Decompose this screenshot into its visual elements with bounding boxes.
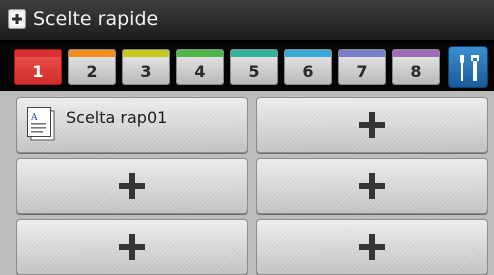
tab-color-stripe <box>339 50 385 57</box>
tab-label: 7 <box>356 62 368 81</box>
svg-text:A: A <box>30 113 38 123</box>
tab-color-stripe <box>285 50 331 57</box>
tab-label: 4 <box>194 62 206 81</box>
tab-color-stripe <box>177 50 223 57</box>
tab-3[interactable]: 3 <box>122 49 170 85</box>
tab-label: 2 <box>86 62 98 81</box>
tab-1[interactable]: 1 <box>14 49 62 85</box>
tab-2[interactable]: 2 <box>68 49 116 85</box>
tools-button[interactable] <box>448 46 488 88</box>
tools-icon <box>460 55 479 81</box>
shortcut-button-5[interactable] <box>16 219 248 275</box>
tab-label: 5 <box>248 62 260 81</box>
tab-color-stripe <box>69 50 115 57</box>
tab-color-stripe <box>123 50 169 57</box>
tab-color-stripe <box>393 50 439 57</box>
shortcut-button-1[interactable]: A Scelta rap01 <box>16 97 248 153</box>
tab-6[interactable]: 6 <box>284 49 332 85</box>
tab-5[interactable]: 5 <box>230 49 278 85</box>
tab-label: 6 <box>302 62 314 81</box>
tab-color-stripe <box>15 50 61 57</box>
tab-4[interactable]: 4 <box>176 49 224 85</box>
page-title: Scelte rapide <box>33 8 159 30</box>
shortcut-label: Scelta rap01 <box>66 108 168 127</box>
tab-color-stripe <box>231 50 277 57</box>
document-icon: A <box>27 107 55 141</box>
shortcut-add-icon <box>8 9 26 29</box>
shortcut-button-2[interactable] <box>256 97 488 153</box>
tab-8[interactable]: 8 <box>392 49 440 85</box>
plus-icon <box>359 112 385 138</box>
tab-label: 3 <box>140 62 152 81</box>
tab-label: 1 <box>32 62 44 81</box>
plus-icon <box>119 173 145 199</box>
shortcut-button-6[interactable] <box>256 219 488 275</box>
tab-7[interactable]: 7 <box>338 49 386 85</box>
plus-icon <box>119 234 145 260</box>
plus-icon <box>359 173 385 199</box>
shortcut-button-4[interactable] <box>256 158 488 214</box>
plus-icon <box>359 234 385 260</box>
shortcut-button-3[interactable] <box>16 158 248 214</box>
tab-label: 8 <box>410 62 422 81</box>
title-bar: Scelte rapide <box>0 0 494 41</box>
